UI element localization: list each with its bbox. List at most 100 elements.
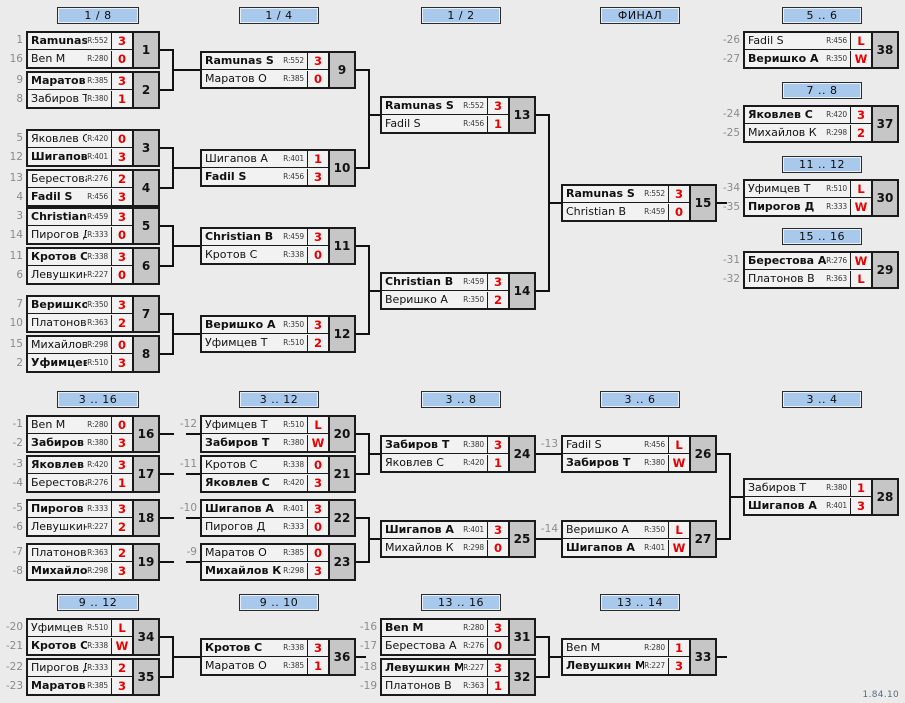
match-box[interactable]: Михайлов КR:2980Уфимцев ТR:51038 <box>26 335 160 373</box>
player-row[interactable]: Веришко А R:350 W <box>745 50 871 67</box>
match-box[interactable]: Забиров Т R:380 1 Шигапов А R:401 3 28 <box>743 478 899 516</box>
player-row[interactable]: Пирогов ДR:3333 <box>28 501 132 518</box>
player-row[interactable]: Шигапов АR:4013 <box>202 501 328 518</box>
player-row[interactable]: Михайлов КR:2983 <box>202 562 328 579</box>
match-box[interactable]: Маратов О R:385 0 Михайлов К R:298 3 23 <box>200 543 356 581</box>
match-box[interactable]: Пирогов ДR:3333Левушкин МR:227218 <box>26 499 160 537</box>
player-row[interactable]: Левушкин МR:2272 <box>28 518 132 535</box>
match-box[interactable]: Яковлев СR:4203Берестова АR:276117 <box>26 455 160 493</box>
match-box[interactable]: Ramunas SR:5523Ben MR:28001 <box>26 31 160 69</box>
match-box[interactable]: Пирогов ДR:3332Маратов ОR:385335 <box>26 658 160 696</box>
player-row[interactable]: Шигапов А R:401 W <box>563 539 689 556</box>
player-row[interactable]: Fadil S R:456 1 <box>382 115 508 132</box>
match-box[interactable]: Шигапов А R:401 1 Fadil S R:456 3 10 <box>200 149 356 187</box>
player-row[interactable]: Fadil S R:456 3 <box>202 168 328 185</box>
player-row[interactable]: Пирогов Д R:333 0 <box>28 226 132 243</box>
player-row[interactable]: Ben M R:280 0 <box>28 50 132 67</box>
match-box[interactable]: Christian B R:459 3 Кротов С R:338 0 11 <box>200 227 356 265</box>
player-row[interactable]: Берестова А R:276 W <box>745 253 871 270</box>
player-row[interactable]: Christian B R:4593 <box>202 229 328 246</box>
player-row[interactable]: Платонов В R:363 1 <box>382 677 508 694</box>
match-box[interactable]: Ben MR:2800Забиров ТR:380316 <box>26 415 160 453</box>
match-box[interactable]: Маратов ОR:3853Забиров ТR:38012 <box>26 71 160 109</box>
player-row[interactable]: Михайлов КR:2980 <box>382 539 508 556</box>
player-row[interactable]: Уфимцев ТR:510L <box>202 417 328 434</box>
player-row[interactable]: Яковлев СR:4203 <box>28 457 132 474</box>
player-row[interactable]: Fadil S R:456 3 <box>28 188 132 205</box>
player-row[interactable]: Уфимцев ТR:510L <box>28 620 132 637</box>
player-row[interactable]: Пирогов Д R:333 2 <box>28 660 132 677</box>
player-row[interactable]: Кротов С R:338 3 <box>202 640 328 657</box>
player-row[interactable]: Кротов С R:338 3 <box>28 249 132 266</box>
match-box[interactable]: Christian BR:4593Пирогов ДR:33305 <box>26 207 160 245</box>
player-row[interactable]: Яковлев СR:4203 <box>202 474 328 491</box>
player-row[interactable]: Левушкин М R:227 3 <box>563 657 689 674</box>
player-row[interactable]: Маратов ОR:3853 <box>28 677 132 694</box>
match-box[interactable]: Веришко А R:350 L Шигапов А R:401 W 27 <box>561 520 717 558</box>
match-box[interactable]: Ramunas S R:552 3 Christian B R:459 0 15 <box>561 184 717 222</box>
match-box[interactable]: Платонов ВR:3632Михайлов КR:298319 <box>26 543 160 581</box>
match-box[interactable]: Christian B R:459 3 Веришко А R:350 2 14 <box>380 272 536 310</box>
player-row[interactable]: Уфимцев Т R:510 2 <box>202 334 328 351</box>
player-row[interactable]: Маратов ОR:3853 <box>28 73 132 90</box>
player-row[interactable]: Михайлов К R:298 2 <box>745 124 871 141</box>
player-row[interactable]: Шигапов АR:4013 <box>745 497 871 514</box>
player-row[interactable]: Яковлев С R:420 1 <box>382 454 508 471</box>
match-box[interactable]: Уфимцев Т R:510 L Забиров Т R:380 W 20 <box>200 415 356 453</box>
player-row[interactable]: Ramunas SR:5523 <box>28 33 132 50</box>
match-box[interactable]: Яковлев С R:420 3 Михайлов К R:298 2 37 <box>743 105 899 143</box>
match-box[interactable]: Кротов С R:338 3 Маратов О R:385 1 36 <box>200 638 356 676</box>
player-row[interactable]: Яковлев СR:4203 <box>745 107 871 124</box>
match-box[interactable]: Левушкин М R:227 3 Платонов В R:363 1 32 <box>380 658 536 696</box>
player-row[interactable]: Забиров Т R:380 W <box>563 454 689 471</box>
player-row[interactable]: Михайлов КR:2983 <box>28 562 132 579</box>
player-row[interactable]: Ramunas SR:5523 <box>563 186 689 203</box>
player-row[interactable]: Веришко АR:3503 <box>28 297 132 314</box>
player-row[interactable]: Christian B R:459 0 <box>563 203 689 220</box>
player-row[interactable]: Пирогов Д R:333 0 <box>202 518 328 535</box>
match-box[interactable]: Кротов С R:338 0 Яковлев С R:420 3 21 <box>200 455 356 493</box>
player-row[interactable]: Маратов О R:385 0 <box>202 545 328 562</box>
player-row[interactable]: Платонов ВR:3632 <box>28 545 132 562</box>
player-row[interactable]: Веришко А R:350 2 <box>382 291 508 308</box>
player-row[interactable]: Веришко А R:350 L <box>563 522 689 539</box>
player-row[interactable]: Михайлов КR:2980 <box>28 337 132 354</box>
player-row[interactable]: Christian B R:4593 <box>382 274 508 291</box>
player-row[interactable]: Шигапов АR:4013 <box>382 522 508 539</box>
player-row[interactable]: Берестова А R:276 0 <box>382 637 508 654</box>
match-box[interactable]: Ben M R:280 1 Левушкин М R:227 3 33 <box>561 638 717 676</box>
player-row[interactable]: Берестова АR:2761 <box>28 474 132 491</box>
player-row[interactable]: Яковлев С R:420 0 <box>28 131 132 148</box>
player-row[interactable]: Ben M R:280 3 <box>382 620 508 637</box>
player-row[interactable]: Забиров Т R:380 W <box>202 434 328 451</box>
match-box[interactable]: Fadil S R:456 L Забиров Т R:380 W 26 <box>561 435 717 473</box>
player-row[interactable]: Левушкин М R:227 3 <box>382 660 508 677</box>
player-row[interactable]: Берестова АR:2762 <box>28 171 132 188</box>
player-row[interactable]: Ben M R:280 0 <box>28 417 132 434</box>
match-box[interactable]: Шигапов А R:401 3 Пирогов Д R:333 0 22 <box>200 499 356 537</box>
match-box[interactable]: Кротов СR:3383Левушкин МR:22706 <box>26 247 160 285</box>
player-row[interactable]: Уфимцев ТR:5103 <box>28 354 132 371</box>
match-box[interactable]: Ben M R:280 3 Берестова А R:276 0 31 <box>380 618 536 656</box>
player-row[interactable]: Шигапов АR:4013 <box>28 148 132 165</box>
player-row[interactable]: Маратов О R:385 1 <box>202 657 328 674</box>
player-row[interactable]: Платонов ВR:3632 <box>28 314 132 331</box>
match-box[interactable]: Шигапов А R:401 3 Михайлов К R:298 0 25 <box>380 520 536 558</box>
match-box[interactable]: Fadil S R:456 L Веришко А R:350 W 38 <box>743 31 899 69</box>
player-row[interactable]: Уфимцев ТR:510L <box>745 181 871 198</box>
match-box[interactable]: Ramunas S R:552 3 Fadil S R:456 1 13 <box>380 96 536 134</box>
match-box[interactable]: Уфимцев Т R:510 L Пирогов Д R:333 W 30 <box>743 179 899 217</box>
match-box[interactable]: Уфимцев ТR:510LКротов СR:338W34 <box>26 618 160 656</box>
player-row[interactable]: Кротов С R:338 0 <box>202 246 328 263</box>
match-box[interactable]: Ramunas S R:552 3 Маратов О R:385 0 9 <box>200 51 356 89</box>
match-box[interactable]: Веришко АR:3503Платонов ВR:36327 <box>26 295 160 333</box>
player-row[interactable]: Пирогов Д R:333 W <box>745 198 871 215</box>
match-box[interactable]: Веришко А R:350 3 Уфимцев Т R:510 2 12 <box>200 315 356 353</box>
player-row[interactable]: Забиров Т R:380 1 <box>28 90 132 107</box>
player-row[interactable]: Забиров Т R:3803 <box>382 437 508 454</box>
match-box[interactable]: Берестова А R:276 W Платонов В R:363 L 29 <box>743 251 899 289</box>
player-row[interactable]: Маратов О R:385 0 <box>202 70 328 87</box>
match-box[interactable]: Забиров Т R:380 3 Яковлев С R:420 1 24 <box>380 435 536 473</box>
match-box[interactable]: Берестова АR:2762Fadil SR:45634 <box>26 169 160 207</box>
player-row[interactable]: Ramunas SR:5523 <box>202 53 328 70</box>
